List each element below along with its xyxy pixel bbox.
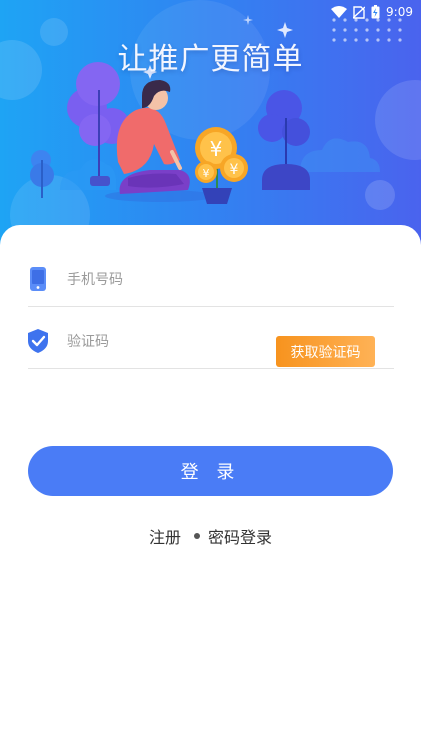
hero-banner: ¥ ¥ ¥ 9:09 让推广更简单 (0, 0, 421, 250)
phone-input[interactable] (65, 264, 269, 296)
svg-text:¥: ¥ (230, 162, 239, 178)
svg-text:¥: ¥ (210, 137, 223, 161)
phone-icon (30, 267, 46, 291)
login-button[interactable]: 登 录 (28, 446, 393, 496)
svg-text:¥: ¥ (203, 167, 210, 180)
phone-field (28, 252, 394, 307)
battery-charging-icon (371, 5, 380, 19)
wifi-icon (331, 5, 348, 18)
code-input[interactable] (65, 326, 269, 358)
footer-links: 注册 密码登录 (0, 524, 421, 548)
register-link[interactable]: 注册 (149, 524, 181, 548)
password-login-link[interactable]: 密码登录 (208, 524, 272, 548)
shield-check-icon (28, 329, 48, 353)
get-code-button[interactable]: 获取验证码 (276, 336, 375, 367)
hero-title: 让推广更简单 (117, 42, 304, 77)
separator-dot (194, 533, 200, 539)
status-time: 9:09 (386, 5, 413, 19)
status-bar: 9:09 (331, 3, 413, 21)
code-field: 获取验证码 (28, 314, 394, 369)
no-sim-icon (353, 5, 366, 19)
